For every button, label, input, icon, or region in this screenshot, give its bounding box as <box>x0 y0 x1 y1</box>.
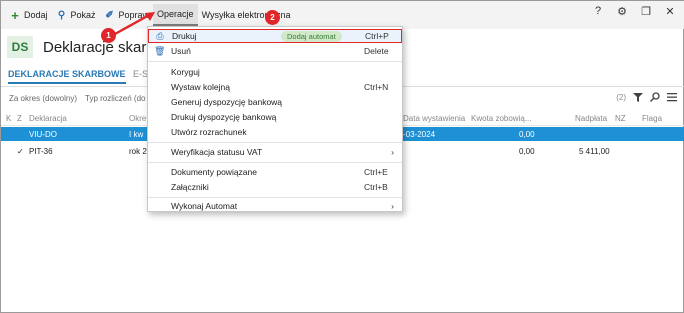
filter-icon[interactable] <box>633 92 643 102</box>
menu-item-label: Dokumenty powiązane <box>171 167 257 177</box>
menu-separator <box>148 61 402 62</box>
callout-2: 2 <box>265 10 280 25</box>
trash-icon: 🗑 <box>154 45 166 56</box>
tab-e-declarations[interactable]: E-S <box>133 69 148 79</box>
module-logo: DS <box>7 36 33 58</box>
callout-arrow <box>114 12 155 36</box>
chevron-right-icon: › <box>391 147 394 157</box>
menu-item-next[interactable]: Wystaw kolejną Ctrl+N <box>148 80 402 94</box>
period-filter[interactable]: Za okres (dowolny) <box>9 94 77 103</box>
menu-item-label: Drukuj dyspozycję bankową <box>171 112 277 122</box>
shortcut-label: Ctrl+E <box>364 167 388 177</box>
menu-item-label: Wykonaj Automat <box>171 201 238 211</box>
shortcut-label: Ctrl+P <box>365 31 389 41</box>
shortcut-label: Ctrl+B <box>364 182 388 192</box>
add-button[interactable]: + Dodaj <box>5 5 52 25</box>
record-count: (2) <box>616 92 626 102</box>
menu-item-delete[interactable]: 🗑 Usuń Delete <box>148 44 402 58</box>
menu-item-related-docs[interactable]: Dokumenty powiązane Ctrl+E <box>148 165 402 179</box>
menu-item-label: Drukuj <box>172 31 197 41</box>
cell-overpaid: 5 411,00 <box>579 147 610 156</box>
plus-icon: + <box>11 7 19 23</box>
chevron-right-icon: › <box>391 201 394 211</box>
show-button[interactable]: ⚲ Pokaż <box>52 5 100 25</box>
restore-icon[interactable]: ❐ <box>639 5 653 18</box>
menu-item-label: Utwórz rozrachunek <box>171 127 247 137</box>
menu-item-label: Koryguj <box>171 67 200 77</box>
cell-declaration: VIU-DO <box>29 130 57 139</box>
cell-amount-due: 0,00 <box>519 147 535 156</box>
close-icon[interactable]: ✕ <box>663 5 677 18</box>
cell-issue-date: -03-2024 <box>403 130 436 139</box>
type-filter[interactable]: Typ rozliczeń (do <box>85 94 145 103</box>
app-window: + Dodaj ⚲ Pokaż ✐ Popraw Operacje Wysyłk… <box>0 0 684 313</box>
window-controls: ? ⚙ ❐ ✕ <box>591 5 677 18</box>
col-z[interactable]: Z <box>17 114 22 123</box>
menu-icon[interactable] <box>667 92 677 102</box>
show-label: Pokaż <box>70 10 96 20</box>
col-amount-due[interactable]: Kwota zobowią... <box>471 114 531 123</box>
menu-item-label: Generuj dyspozycję bankową <box>171 97 283 107</box>
cell-period: rok 2 <box>129 147 147 156</box>
menu-item-correct[interactable]: Koryguj <box>148 65 402 79</box>
menu-item-label: Wystaw kolejną <box>171 82 230 92</box>
cell-period: I kw <box>129 130 144 139</box>
callout-1: 1 <box>101 28 116 43</box>
add-label: Dodaj <box>24 10 48 20</box>
col-declaration[interactable]: Deklaracja <box>29 114 67 123</box>
menu-item-generate-bank-order[interactable]: Generuj dyspozycję bankową <box>148 95 402 109</box>
menu-item-print-bank-order[interactable]: Drukuj dyspozycję bankową <box>148 110 402 124</box>
col-nz[interactable]: NZ <box>615 114 626 123</box>
operations-menu: ⎙ Drukuj Dodaj automat Ctrl+P 🗑 Usuń Del… <box>147 26 403 212</box>
search-icon: ⚲ <box>57 9 66 21</box>
cell-amount-due: 0,00 <box>519 130 535 139</box>
col-overpaid[interactable]: Nadpłata <box>575 114 607 123</box>
add-automat-badge[interactable]: Dodaj automat <box>281 31 342 42</box>
filter-actions: (2) <box>616 92 677 102</box>
esend-button[interactable]: Wysyłka elektroniczna <box>198 5 295 25</box>
search-icon[interactable] <box>650 92 660 102</box>
menu-item-vat-verify[interactable]: Weryfikacja statusu VAT › <box>148 145 402 159</box>
menu-separator <box>148 162 402 163</box>
menu-item-run-automat[interactable]: Wykonaj Automat › <box>148 199 402 213</box>
menu-item-print[interactable]: ⎙ Drukuj Dodaj automat Ctrl+P <box>148 29 402 43</box>
menu-item-label: Weryfikacja statusu VAT <box>171 147 263 157</box>
col-k[interactable]: K <box>6 114 11 123</box>
col-flag[interactable]: Flaga <box>642 114 662 123</box>
menu-item-label: Usuń <box>171 46 191 56</box>
menu-item-label: Załączniki <box>171 182 209 192</box>
cell-declaration: PIT-36 <box>29 147 53 156</box>
menu-item-create-settlement[interactable]: Utwórz rozrachunek <box>148 125 402 139</box>
help-icon[interactable]: ? <box>591 5 605 18</box>
menu-separator <box>148 142 402 143</box>
gear-icon[interactable]: ⚙ <box>615 5 629 18</box>
shortcut-label: Delete <box>364 46 389 56</box>
check-icon: ✓ <box>17 147 24 156</box>
tab-tax-declarations[interactable]: DEKLARACJE SKARBOWE <box>8 69 126 84</box>
col-issue-date[interactable]: Data wystawienia <box>403 114 465 123</box>
shortcut-label: Ctrl+N <box>364 82 389 92</box>
menu-item-attachments[interactable]: Załączniki Ctrl+B <box>148 180 402 194</box>
toolbar: + Dodaj ⚲ Pokaż ✐ Popraw Operacje Wysyłk… <box>1 1 684 29</box>
menu-separator <box>148 197 402 198</box>
col-period[interactable]: Okre <box>129 114 146 123</box>
